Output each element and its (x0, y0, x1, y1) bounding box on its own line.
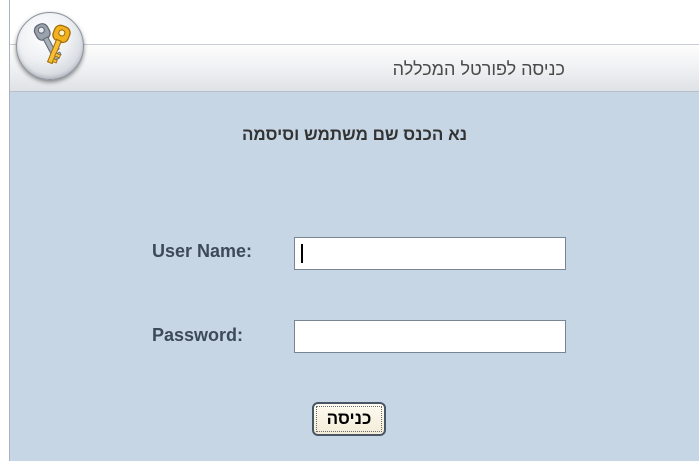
login-prompt: נא הכנס שם משתמש וסיסמה (241, 125, 468, 144)
login-button-label: כניסה (316, 406, 382, 432)
keys-icon (16, 12, 84, 80)
username-label: User Name: (152, 241, 253, 261)
login-panel: נא הכנס שם משתמש וסיסמה User Name: Passw… (10, 92, 699, 461)
login-window: כניסה לפורטל המכללה נא הכנס שם משתמש וסי (0, 0, 699, 461)
page-title: כניסה לפורטל המכללה (392, 59, 565, 79)
text-cursor (301, 244, 303, 263)
password-input[interactable] (294, 320, 566, 353)
password-label: Password: (152, 325, 244, 345)
header-bar: כניסה לפורטל המכללה (10, 44, 699, 92)
username-input[interactable] (294, 237, 566, 270)
login-button[interactable]: כניסה (312, 402, 386, 436)
